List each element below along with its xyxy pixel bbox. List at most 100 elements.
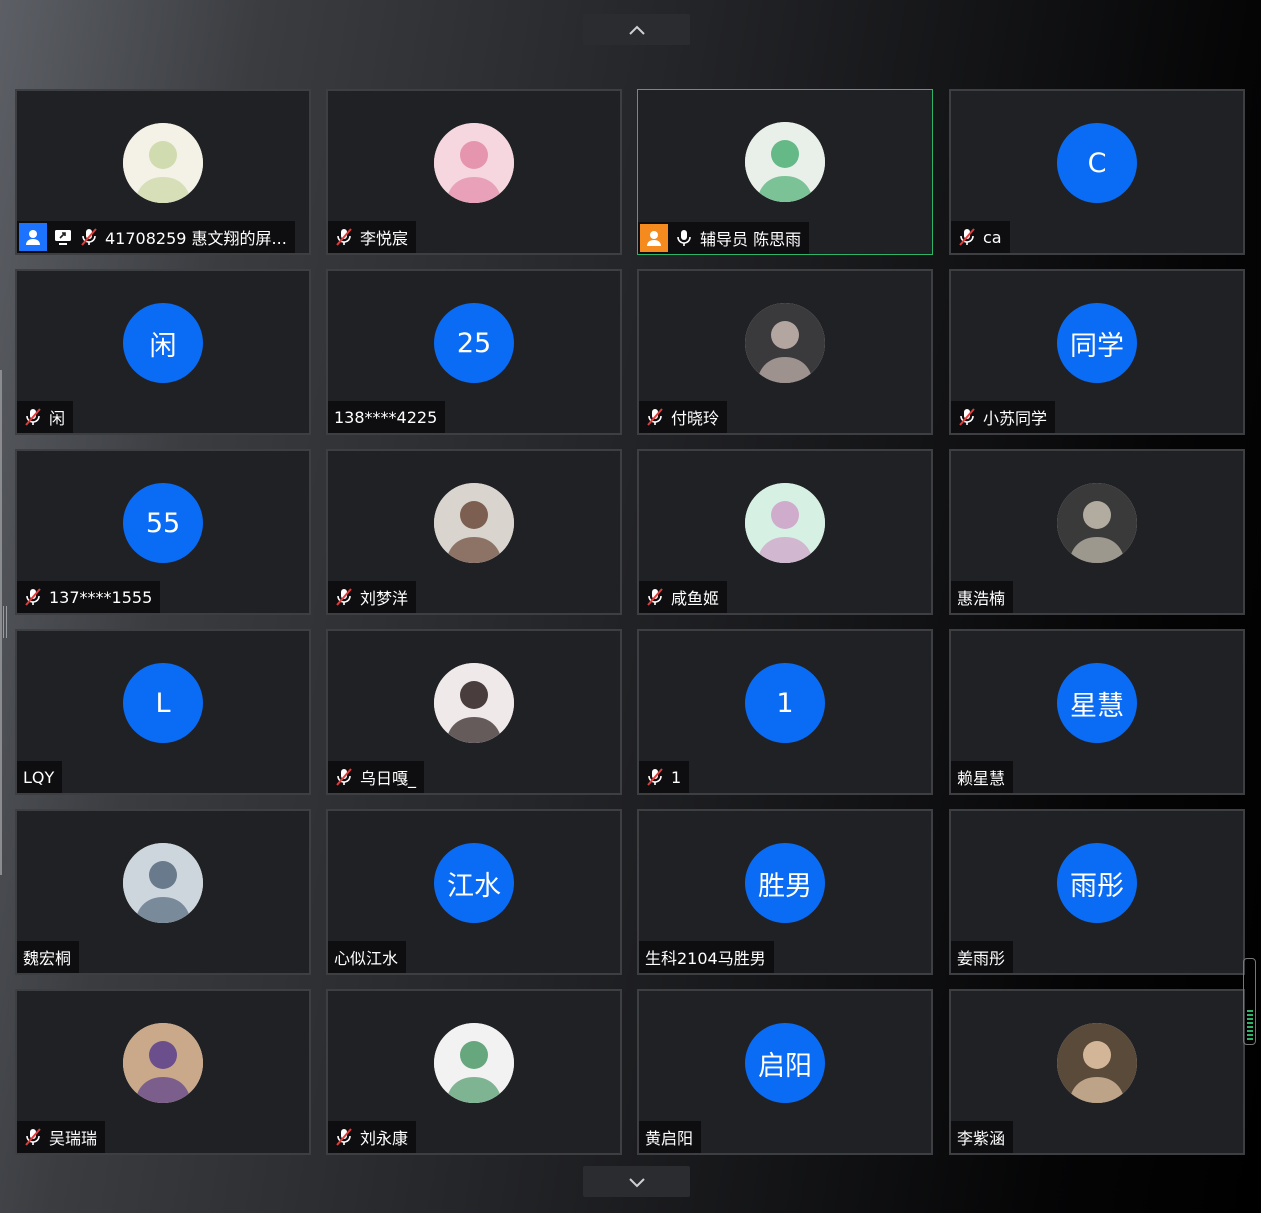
mic-muted-icon [645,587,665,607]
participant-name: 赖星慧 [957,769,1006,788]
participant-tile[interactable]: 李紫涵 [949,989,1245,1155]
participant-label: 138****4225 [328,401,446,433]
participant-label: 赖星慧 [951,761,1014,793]
participant-tile[interactable]: 41708259 惠文翔的屏... [15,89,311,255]
participant-tile[interactable]: 雨彤 姜雨彤 [949,809,1245,975]
participant-label: 刘梦洋 [328,581,417,613]
participant-tile[interactable]: 启阳黄启阳 [637,989,933,1155]
participant-tile[interactable]: 同学小苏同学 [949,269,1245,435]
participant-tile[interactable]: 刘梦洋 [326,449,622,615]
participant-name: 刘梦洋 [360,589,409,608]
participant-avatar-initials: 闲 [123,303,203,383]
scroll-up-button[interactable] [583,14,690,45]
participant-tile[interactable]: 25 138****4225 [326,269,622,435]
participant-avatar-photo [1057,483,1137,563]
participant-name: 李悦宸 [360,229,409,248]
chevron-up-icon [628,25,645,35]
participant-avatar-initials: 55 [123,483,203,563]
screen-share-icon [53,227,73,247]
participant-avatar-initials: 胜男 [745,843,825,923]
participant-tile[interactable]: 刘永康 [326,989,622,1155]
participant-tile[interactable]: 星慧 赖星慧 [949,629,1245,795]
participant-name: 生科2104马胜男 [645,949,766,968]
participant-name: 闲 [49,409,66,428]
participant-name: 付晓玲 [671,409,720,428]
participant-tile[interactable]: 惠浩楠 [949,449,1245,615]
participant-name: 137****1555 [49,587,153,607]
mic-muted-icon [23,587,43,607]
participant-label: 吴瑞瑞 [17,1121,106,1153]
participant-name: 刘永康 [360,1129,409,1148]
participant-tile[interactable]: 吴瑞瑞 [15,989,311,1155]
mic-muted-icon [334,227,354,247]
participant-tile[interactable]: 辅导员 陈思雨 [637,89,933,255]
participant-label: 闲 [17,401,74,433]
participant-name: 李紫涵 [957,1129,1006,1148]
participant-tile[interactable]: 李悦宸 [326,89,622,255]
participant-name: 黄启阳 [645,1129,694,1148]
participant-label: 乌日嘎_ [328,761,425,793]
mic-muted-icon [957,407,977,427]
participant-grid: 41708259 惠文翔的屏... 李悦宸 辅导员 陈思雨 Cca 闲闲 25 138***… [15,89,1250,1157]
mic-muted-icon [79,227,99,247]
participant-label: 付晓玲 [639,401,728,433]
participant-avatar-initials: 同学 [1057,303,1137,383]
participant-name: 咸鱼姬 [671,589,720,608]
participant-tile[interactable]: L LQY [15,629,311,795]
participant-label: LQY [17,761,63,793]
scroll-down-button[interactable] [583,1166,690,1197]
participant-avatar-photo [745,303,825,383]
participant-label: 魏宏桐 [17,941,80,973]
participant-label: ca [951,221,1010,253]
participant-avatar-photo [434,483,514,563]
mic-muted-icon [334,767,354,787]
participant-avatar-photo [745,122,825,202]
participant-name: 1 [671,767,682,787]
participant-tile[interactable]: 魏宏桐 [15,809,311,975]
host-icon [640,224,668,252]
participant-avatar-photo [434,663,514,743]
mic-muted-icon [23,407,43,427]
mic-muted-icon [645,407,665,427]
participant-tile[interactable]: 乌日嘎_ [326,629,622,795]
participant-label: 刘永康 [328,1121,417,1153]
participant-tile[interactable]: 咸鱼姬 [637,449,933,615]
participant-label: 41708259 惠文翔的屏... [17,221,295,253]
mic-muted-icon [23,1127,43,1147]
participant-label: 137****1555 [17,581,161,613]
user-icon [19,223,47,251]
participant-name: 惠浩楠 [957,589,1006,608]
participant-name: 辅导员 陈思雨 [700,230,802,249]
participant-avatar-photo [1057,1023,1137,1103]
participant-tile[interactable]: 闲闲 [15,269,311,435]
participant-avatar-initials: 启阳 [745,1023,825,1103]
participant-tile[interactable]: 江水 心似江水 [326,809,622,975]
participant-label: 辅导员 陈思雨 [638,222,810,254]
participant-avatar-initials: 25 [434,303,514,383]
participant-tile[interactable]: 胜男生科2104马胜男 [637,809,933,975]
participant-avatar-initials: 1 [745,663,825,743]
participant-label: 李紫涵 [951,1121,1014,1153]
participant-avatar-photo [123,1023,203,1103]
participant-tile[interactable]: 11 [637,629,933,795]
participant-tile[interactable]: 付晓玲 [637,269,933,435]
participant-tile[interactable]: Cca [949,89,1245,255]
mic-muted-icon [957,227,977,247]
participant-avatar-photo [745,483,825,563]
participant-name: 魏宏桐 [23,949,72,968]
participant-name: 心似江水 [334,949,399,968]
participant-avatar-photo [434,1023,514,1103]
panel-left-edge [0,370,2,875]
chevron-down-icon [628,1177,645,1187]
participant-label: 姜雨彤 [951,941,1014,973]
participant-name: 小苏同学 [983,409,1048,428]
participant-name: 乌日嘎_ [360,769,417,788]
participant-name: 138****4225 [334,407,438,427]
participant-label: 心似江水 [328,941,407,973]
participant-tile[interactable]: 55 137****1555 [15,449,311,615]
participant-label: 小苏同学 [951,401,1056,433]
resize-handle[interactable] [3,606,9,638]
participant-label: 李悦宸 [328,221,417,253]
participant-label: 黄启阳 [639,1121,702,1153]
participant-avatar-photo [434,123,514,203]
